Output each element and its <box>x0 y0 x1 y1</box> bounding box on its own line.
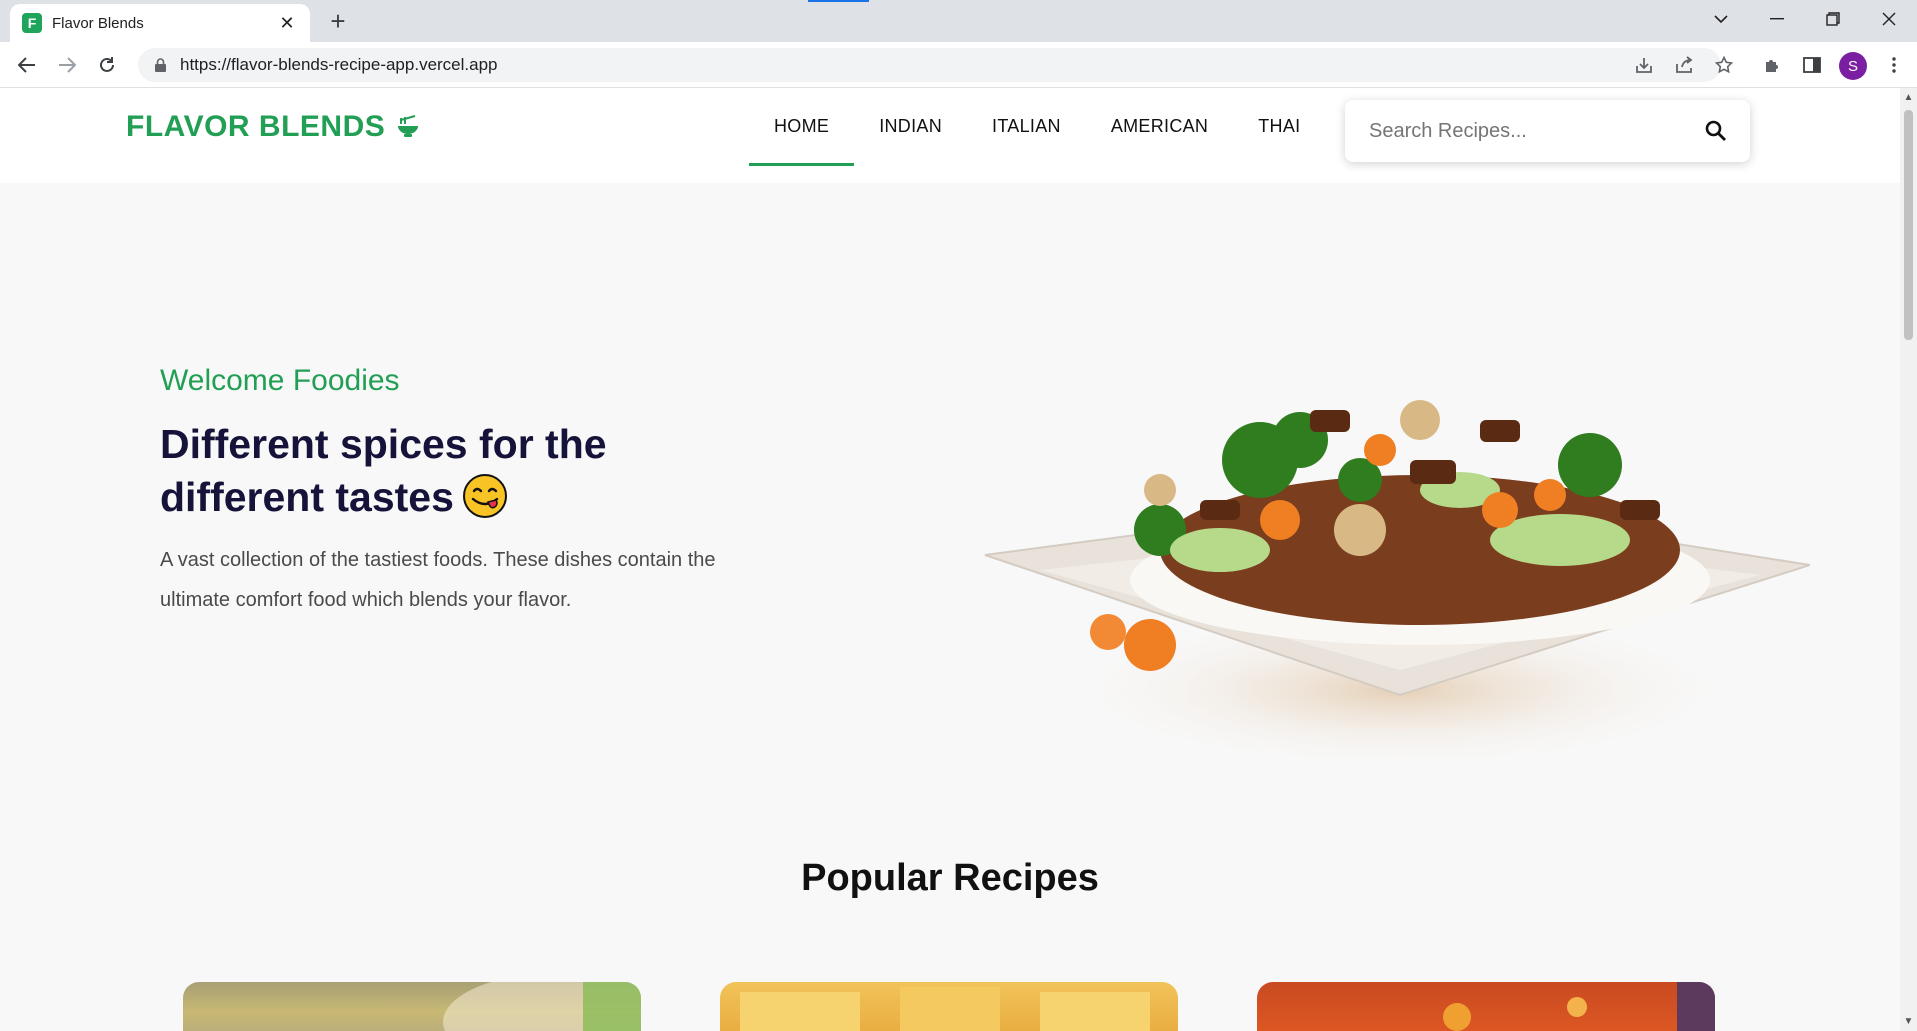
tab-search-icon[interactable] <box>1693 0 1749 38</box>
recipe-image <box>443 982 641 1031</box>
tab-title: Flavor Blends <box>52 14 144 32</box>
hero-title-text: Different spices for the different taste… <box>160 421 607 520</box>
scrollbar-thumb[interactable] <box>1904 110 1913 340</box>
share-icon[interactable] <box>1669 50 1699 80</box>
lock-icon <box>152 57 168 73</box>
browser-menu-icon[interactable] <box>1879 50 1909 80</box>
site-header: FLAVOR BLENDS HOME INDIAN ITALIAN AMERIC… <box>0 88 1900 183</box>
restore-button[interactable] <box>1805 0 1861 38</box>
nav-italian[interactable]: ITALIAN <box>967 88 1086 166</box>
address-bar[interactable]: https://flavor-blends-recipe-app.vercel.… <box>138 48 1721 82</box>
recipe-card[interactable] <box>183 982 641 1031</box>
scroll-down-icon[interactable]: ▼ <box>1903 1016 1914 1027</box>
noodle-bowl-icon <box>398 115 419 137</box>
hero-title: Different spices for the different taste… <box>160 418 720 524</box>
minimize-button[interactable] <box>1749 0 1805 38</box>
page-scrollbar[interactable]: ▲ ▼ <box>1900 88 1917 1031</box>
search-icon[interactable] <box>1704 119 1728 143</box>
logo-text: FLAVOR BLENDS <box>126 110 386 143</box>
hero-subtitle: Welcome Foodies <box>160 364 400 397</box>
browser-tab[interactable]: F Flavor Blends ✕ <box>10 4 310 42</box>
recipe-image <box>740 987 1150 1031</box>
recipe-image <box>1443 982 1715 1031</box>
profile-avatar[interactable]: S <box>1839 52 1867 80</box>
close-window-button[interactable] <box>1861 0 1917 38</box>
bookmark-star-icon[interactable] <box>1709 50 1739 80</box>
hero-food-image <box>984 400 1810 770</box>
site-logo[interactable]: FLAVOR BLENDS <box>126 110 421 144</box>
nav-indian[interactable]: INDIAN <box>854 88 967 166</box>
browser-toolbar: https://flavor-blends-recipe-app.vercel.… <box>0 42 1917 88</box>
back-arrow-icon[interactable] <box>12 50 42 80</box>
scroll-up-icon[interactable]: ▲ <box>1903 92 1914 103</box>
browser-tabstrip: F Flavor Blends ✕ + <box>0 0 1917 42</box>
close-tab-icon[interactable]: ✕ <box>276 13 298 34</box>
tab-loading-indicator <box>808 0 869 2</box>
install-app-icon[interactable] <box>1629 50 1659 80</box>
main-nav: HOME INDIAN ITALIAN AMERICAN THAI <box>749 88 1325 166</box>
nav-thai[interactable]: THAI <box>1233 88 1325 166</box>
recipe-search <box>1345 100 1750 162</box>
extensions-puzzle-icon[interactable] <box>1757 50 1787 80</box>
url-text: https://flavor-blends-recipe-app.vercel.… <box>180 55 498 74</box>
hero-description: A vast collection of the tastiest foods.… <box>160 549 716 611</box>
new-tab-button[interactable]: + <box>322 6 354 38</box>
yum-emoji-icon <box>462 474 507 518</box>
nav-home[interactable]: HOME <box>749 88 855 166</box>
side-panel-icon[interactable] <box>1797 50 1827 80</box>
forward-arrow-icon[interactable] <box>52 50 82 80</box>
recipe-card[interactable] <box>720 982 1178 1031</box>
section-title: Popular Recipes <box>801 857 1099 899</box>
search-input[interactable] <box>1369 119 1704 143</box>
nav-american[interactable]: AMERICAN <box>1086 88 1233 166</box>
recipe-card[interactable] <box>1257 982 1715 1031</box>
reload-icon[interactable] <box>92 50 122 80</box>
favicon-icon: F <box>22 13 42 33</box>
